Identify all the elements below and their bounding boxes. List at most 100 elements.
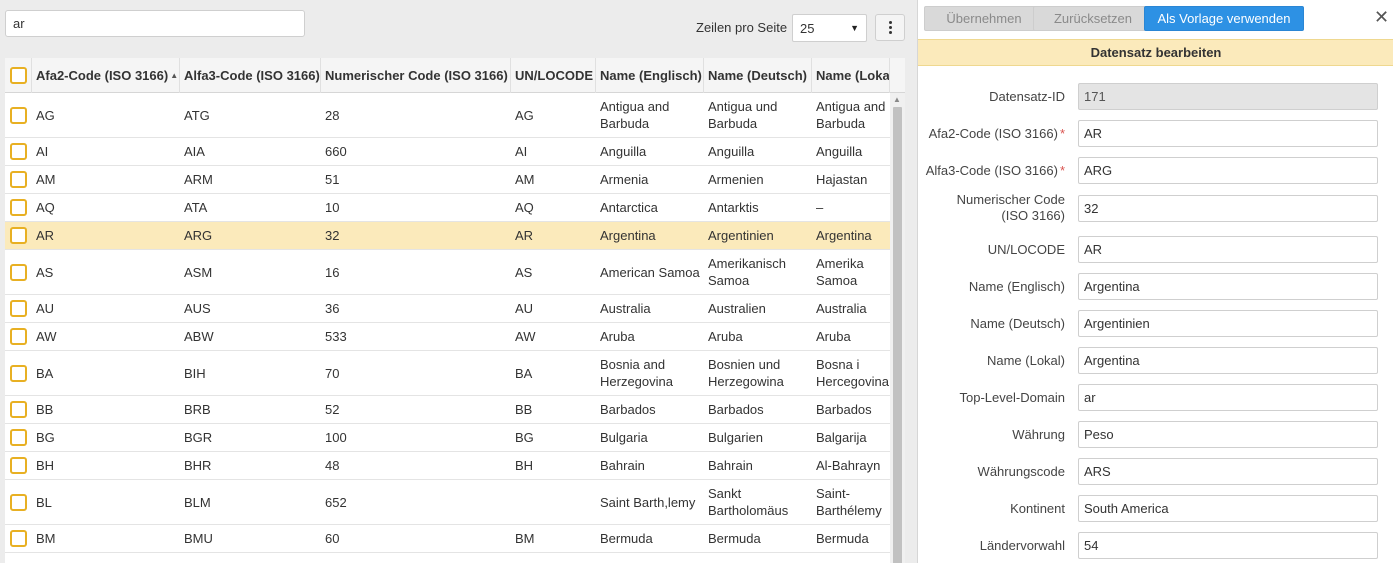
table-row[interactable]: BM BMU 60 BM Bermuda Bermuda Bermuda [5,525,890,553]
field-label: Top-Level-Domain [960,390,1066,406]
table-row[interactable]: AS ASM 16 AS American Samoa Amerikanisch Samo… [5,250,890,295]
field-input[interactable] [1078,310,1378,337]
table-row[interactable]: BL BLM 652 Saint Barth,lemy Sankt Bartholomä… [5,480,890,525]
close-icon[interactable]: ✕ [1374,8,1389,26]
table-row[interactable]: BG BGR 100 BG Bulgaria Bulgarien Balgarija [5,424,890,452]
table-row[interactable]: AG ATG 28 AG Antigua and Barbuda Antigua und … [5,93,890,138]
field-label: Alfa3-Code (ISO 3166) * [926,163,1065,179]
field-input[interactable] [1078,347,1378,374]
row-checkbox[interactable] [10,364,27,382]
cell-num: 28 [325,107,340,123]
cell-num: 652 [325,494,347,510]
row-checkbox[interactable] [10,300,27,317]
cell-afa2: AM [36,172,56,187]
table-row[interactable]: BA BIH 70 BA Bosnia and Herzegovina Bosnien u… [5,351,890,396]
field-input[interactable] [1078,236,1378,263]
table-row[interactable]: AI AIA 660 AI Anguilla Anguilla Anguilla [5,138,890,166]
row-checkbox[interactable] [10,457,27,474]
cell-name_local: Australia [816,301,867,316]
column-header-unlocode[interactable]: UN/LOCODE [511,58,596,93]
cell-alfa3: ATA [184,200,208,215]
row-select-cell [5,424,32,451]
field-label: Afa2-Code (ISO 3166) * [929,126,1065,142]
cell-afa2: AU [36,301,55,316]
table-row[interactable]: AQ ATA 10 AQ Antarctica Antarktis – [5,194,890,222]
cell-unlocode: BM [515,531,535,546]
cell-num: 60 [325,531,340,546]
cell-num: 52 [325,402,340,417]
field-label-text: Alfa3-Code (ISO 3166) [925,163,1058,178]
field-input[interactable] [1078,195,1378,222]
scrollbar-thumb[interactable] [893,107,902,563]
search-input[interactable] [5,10,305,37]
row-checkbox[interactable] [10,429,27,446]
column-header-name_local[interactable]: Name (Lokal) [812,58,890,93]
column-header-label: Name (Lokal) [816,68,890,83]
apply-button[interactable]: Übernehmen [924,6,1044,31]
row-select-cell [5,323,32,350]
table-row[interactable]: BH BHR 48 BH Bahrain Bahrain Al-Bahrayn [5,452,890,480]
row-checkbox[interactable] [10,171,27,188]
column-header-name_en[interactable]: Name (Englisch) [596,58,704,93]
field-input[interactable] [1078,157,1378,184]
row-select-cell [5,194,32,221]
cell-name_local: Barbados [816,402,872,417]
field-input[interactable] [1078,120,1378,147]
field-input[interactable] [1078,384,1378,411]
field-label: Datensatz-ID [989,89,1065,105]
cell-afa2: BG [36,430,55,445]
row-checkbox[interactable] [10,106,27,124]
cell-alfa3: ARG [184,228,213,243]
cell-name_en: Aruba [600,329,635,344]
row-checkbox[interactable] [10,263,27,281]
table-row[interactable]: AU AUS 36 AU Australia Australien Australia [5,295,890,323]
cell-afa2: BL [36,494,52,510]
field-input[interactable] [1078,273,1378,300]
column-header-label: UN/LOCODE [515,68,593,83]
select-all-checkbox[interactable] [9,67,27,84]
column-header-num[interactable]: Numerischer Code (ISO 3166) [321,58,511,93]
cell-alfa3: BHR [184,458,212,473]
field-input[interactable] [1078,495,1378,522]
row-checkbox[interactable] [10,199,27,216]
cell-name_de: Bulgarien [708,430,763,445]
column-header-label: Alfa3-Code (ISO 3166) [184,68,320,83]
reset-button[interactable]: Zurücksetzen [1033,6,1153,31]
use-as-template-button[interactable]: Als Vorlage verwenden [1144,6,1304,31]
cell-name_local: Antigua and Barbuda [816,99,886,131]
table-row[interactable]: AW ABW 533 AW Aruba Aruba Aruba [5,323,890,351]
column-header-name_de[interactable]: Name (Deutsch) [704,58,812,93]
cell-name_en: Antigua and Barbuda [600,99,670,131]
scroll-up-icon[interactable]: ▲ [893,95,901,104]
cell-afa2: AR [36,228,55,243]
cell-num: 32 [325,228,340,243]
more-options-button[interactable] [875,14,905,41]
row-checkbox[interactable] [10,227,27,244]
cell-alfa3: ATG [184,107,210,123]
row-checkbox[interactable] [10,328,27,345]
field-input[interactable] [1078,532,1378,559]
table-row[interactable]: AR ARG 32 AR Argentina Argentinien Argentina [5,222,890,250]
row-checkbox[interactable] [10,143,27,160]
column-header-afa2[interactable]: Afa2-Code (ISO 3166) ▲ [32,58,180,93]
vertical-scrollbar[interactable]: ▲ [890,93,905,563]
row-checkbox[interactable] [10,493,27,511]
row-select-cell [5,351,32,395]
rows-per-page-select[interactable]: 25 ▼ [792,14,867,42]
cell-name_local: Hajastan [816,172,868,187]
cell-name_de: Australien [708,301,766,316]
field-label-text: Name (Englisch) [968,279,1065,294]
more-vertical-icon [888,21,892,24]
cell-name_local: Al-Bahrayn [816,458,881,473]
column-header-alfa3[interactable]: Alfa3-Code (ISO 3166) [180,58,321,93]
row-checkbox[interactable] [10,401,27,418]
field-input[interactable] [1078,458,1378,485]
data-grid: Afa2-Code (ISO 3166) ▲ Alfa3-Code (ISO 316… [5,58,905,563]
table-row[interactable]: BB BRB 52 BB Barbados Barbados Barbados [5,396,890,424]
row-checkbox[interactable] [10,530,27,547]
cell-name_local: Bosna i Hercegovina [816,357,889,389]
cell-name_en: Argentina [600,228,656,243]
field-label: Name (Lokal) [987,353,1065,369]
table-row[interactable]: AM ARM 51 AM Armenia Armenien Hajastan [5,166,890,194]
field-input[interactable] [1078,421,1378,448]
